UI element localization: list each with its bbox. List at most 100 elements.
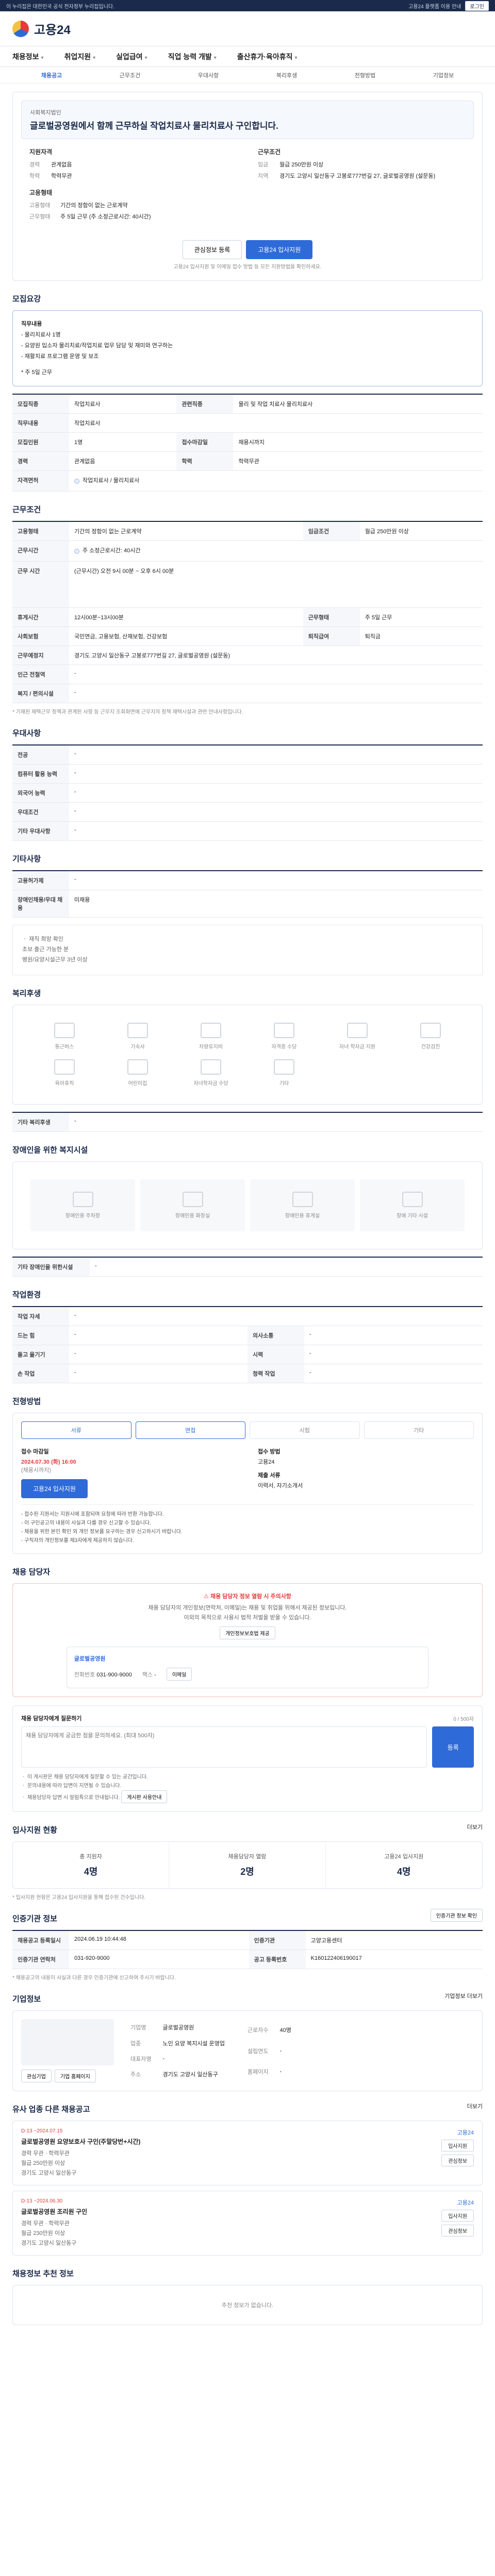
login-button[interactable]: 로그인 <box>465 1 489 11</box>
nav-item-training[interactable]: 직업 능력 개발 ▾ <box>168 52 217 62</box>
reginfo-button[interactable]: 인증기관 정보 확인 <box>430 1909 483 1922</box>
platform-guide-link[interactable]: 고용24 플랫폼 이용 안내 <box>408 2 461 10</box>
workenv-title: 작업환경 <box>12 1290 41 1299</box>
chevron-down-icon: ▾ <box>93 55 96 61</box>
selection-bullets: - 접수된 지원서는 지원시에 포함되며 요청에 따라 반환 가능합니다. - … <box>21 1504 474 1545</box>
summary-buttons: 관심정보 등록 고용24 입사지원 <box>21 232 474 262</box>
nav-item-benefits[interactable]: 실업급여 ▾ <box>116 52 147 62</box>
table-row: 근무 시간 (근무시간) 오전 9시 00분 ~ 오후 6시 00분 <box>12 561 483 608</box>
summary-card: 사회복지법인 글로벌공영원에서 함께 근무하실 작업치료사 물리치료사 구인합니… <box>12 92 483 281</box>
chevron-down-icon: ▾ <box>294 55 298 61</box>
list-interest-button[interactable]: 관심정보 <box>441 2155 474 2167</box>
list-item-title: 글로벌공영원 조리원 구인 <box>21 2208 88 2216</box>
bullet-line: - 구직자의 개인정보를 제3자에게 제공하지 않습니다. <box>21 1537 134 1544</box>
kv-row: 경력 관계없음 <box>29 162 72 168</box>
site-header: 고용24 <box>0 11 495 46</box>
alert-heading: 채용 담당자 정보 열람 시 주의사항 <box>210 1593 291 1600</box>
apply-grid: 접수 마감일 2024.07.30 (화) 16:00 (채용시까지) 고용24… <box>21 1445 474 1504</box>
stat-cell: 총 지원자 4명 <box>13 1842 170 1889</box>
kv-row: 지역 경기도 고양시 일산동구 고봉로777번길 27, 글로벌공영원 (설문동) <box>258 173 436 179</box>
summary-note: 고용24 입사지원 및 이메일 접수 방법 등 모든 지원방법을 확인하세요. <box>173 264 322 270</box>
toilet-icon <box>182 1191 203 1207</box>
qa-title: 채용 담당자에게 질문하기 <box>21 1716 82 1722</box>
list-item[interactable]: D-13 ~2024.07.15 글로벌공영원 요양보호사 구인(주말당번+시간… <box>12 2121 483 2186</box>
qa-input[interactable] <box>21 1726 427 1768</box>
table-row: 채용공고 등록일시 2024.06.19 10:44:48 인증기관 고양고용센터 <box>12 1930 483 1951</box>
nav-item-jobs[interactable]: 채용정보 ▾ <box>12 52 44 62</box>
other-extra: ㆍ 재직 희망 확인 초보 출근 가능한 분 병원/요양시설근무 3년 이상 <box>12 925 483 975</box>
recommend-empty: 추천 정보가 없습니다. <box>12 2285 483 2326</box>
bullet-line: - 접수된 지원서는 지원시에 포함되며 요청에 따라 반환 가능합니다. <box>21 1511 164 1517</box>
health-icon <box>420 1022 441 1038</box>
logo-icon[interactable] <box>12 20 29 37</box>
subnav-conditions[interactable]: 근무조건 <box>91 71 169 79</box>
certificate-icon <box>274 1022 294 1038</box>
reginfo-title: 인증기관 정보 <box>12 1914 57 1924</box>
table-row: 우대조건 - <box>12 802 483 822</box>
main-nav: 채용정보 ▾ 취업지원 ▾ 실업급여 ▾ 직업 능력 개발 ▾ 출산휴가·육아휴직 ▾ <box>0 46 495 67</box>
company-homepage-button[interactable]: 기업 홈페이지 <box>54 2070 96 2083</box>
welfare-item: 차량유지비 <box>177 1022 245 1050</box>
other-title: 기타사항 <box>12 855 41 864</box>
table-row: 근무예정지 경기도 고양시 일산동구 고봉로777번길 27, 글로벌공영원 (설… <box>12 646 483 666</box>
baby-icon <box>54 1059 75 1075</box>
subnav-welfare[interactable]: 복리후생 <box>248 71 326 79</box>
workenv-table: 작업 자세 - 드는 힘 - 의사소통 - 들고 옮기기 - 시력 - 손 작업 - 청력 작업 - <box>12 1306 483 1383</box>
table-row: 드는 힘 - 의사소통 - <box>12 1326 483 1345</box>
other-table: 고용허가제 - 장애인채용/우대 채용 미채용 <box>12 870 483 918</box>
company-table: 기업명 글로벌공영원 업종 노인 요양 복지시설 운영업 대표자명 - 주소 경기도 고… <box>130 2025 225 2078</box>
conditions-title: 근무조건 <box>12 505 41 515</box>
nav-item-support[interactable]: 취업지원 ▾ <box>64 52 96 62</box>
board-guide-button[interactable]: 게시판 사용안내 <box>121 1790 168 1804</box>
table-row: 기타 장애인을 위한시설 - <box>12 1257 483 1277</box>
save-interest-button[interactable]: 관심정보 등록 <box>182 240 242 259</box>
privacy-button[interactable]: 개인정보보호법 제공 <box>220 1626 275 1640</box>
subnav-posting[interactable]: 채용공고 <box>12 71 91 79</box>
bullet-line: - 이 구인공고의 내용이 사실과 다를 경우 신고할 수 있습니다. <box>21 1520 151 1526</box>
recruit-title: 모집요강 <box>12 295 41 303</box>
subnav-preference[interactable]: 우대사항 <box>169 71 248 79</box>
duties-box: 직무내용 - 물리치료사 1명 - 요양원 입소자 물리치료/작업치료 업무 담… <box>12 310 483 387</box>
qa-box: 채용 담당자에게 질문하기 0 / 500자 등록 ㆍ 이 게시판은 채용 담당… <box>12 1705 483 1812</box>
selection-apply-button[interactable]: 고용24 입사지원 <box>21 1479 88 1498</box>
list-interest-button[interactable]: 관심정보 <box>441 2225 474 2237</box>
welfare-item: 건강검진 <box>397 1022 465 1050</box>
interest-company-button[interactable]: 관심기업 <box>21 2070 52 2083</box>
apply-button[interactable]: 고용24 입사지원 <box>246 240 313 259</box>
list-item[interactable]: D-13 ~2024.06.30 글로벌공영원 조리원 구인 경력 무관 · 학… <box>12 2191 483 2256</box>
table-row: 모집인원 1명 접수마감일 채용시까지 <box>12 432 483 452</box>
subnav-company[interactable]: 기업정보 <box>404 71 483 79</box>
nav-item-leave[interactable]: 출산휴가·육아휴직 ▾ <box>237 52 298 62</box>
qa-count: 0 / 500자 <box>453 1716 474 1722</box>
table-row: 근무시간 주 소정근로시간: 40시간 <box>12 540 483 562</box>
similar-more-link[interactable]: 더보기 <box>467 2102 483 2110</box>
company-title: 기업정보 <box>12 1995 41 2004</box>
status-more-link[interactable]: 더보기 <box>467 1823 483 1831</box>
list-item-source: 고용24 <box>457 2200 474 2207</box>
chevron-down-icon: ▾ <box>41 55 44 61</box>
kv-row: 근무형태 주 5일 근무 (주 소정근로시간: 40시간) <box>29 214 151 220</box>
duties-heading: 직무내용 <box>21 321 42 327</box>
chevron-down-icon: ▾ <box>144 55 147 61</box>
duty-line: - 물리치료사 1명 <box>21 331 61 338</box>
list-apply-button[interactable]: 입사지원 <box>441 2210 474 2222</box>
company-table-right: 근로자수 40명 설립연도 - 홈페이지 - <box>247 2027 291 2076</box>
site-logo-text[interactable]: 고용24 <box>34 20 71 38</box>
qa-submit-button[interactable]: 등록 <box>432 1726 474 1768</box>
list-apply-button[interactable]: 입사지원 <box>441 2140 474 2152</box>
table-row: 장애인채용/우대 채용 미채용 <box>12 890 483 918</box>
bus-icon <box>54 1022 75 1038</box>
disability-item: 장애 기타 시설 <box>360 1179 465 1231</box>
kv-row: 임금 월급 250만원 이상 <box>258 162 324 168</box>
bullet-icon <box>74 478 79 484</box>
list-item-source: 고용24 <box>457 2130 474 2137</box>
email-button[interactable]: 이메일 <box>166 1668 192 1681</box>
kv-row: 학력 학력무관 <box>29 173 72 179</box>
company-more-link[interactable]: 기업정보 더보기 <box>444 1992 483 2000</box>
duty-line: - 재활치료 프로그램 운영 및 보조 <box>21 353 99 360</box>
extra-line: 초보 출근 가능한 분 <box>22 946 69 953</box>
welfare-item: 통근버스 <box>30 1022 98 1050</box>
subnav-selection[interactable]: 전형방법 <box>326 71 404 79</box>
recommend-title: 채용정보 추천 정보 <box>12 2269 74 2279</box>
duty-spacer <box>21 362 474 367</box>
